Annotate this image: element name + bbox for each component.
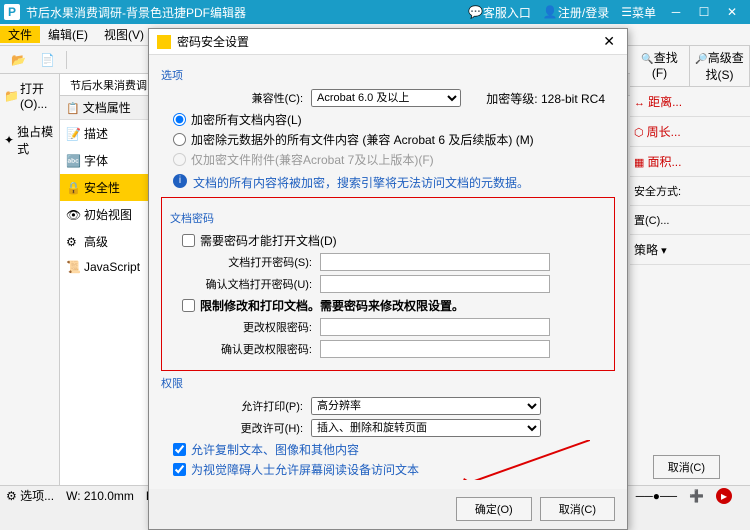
confirm-open-label: 确认文档打开密码(U): — [170, 276, 320, 292]
folder-open-icon[interactable]: 📂 — [7, 51, 30, 69]
titlebar: P 节后水果消费调研-背景色迅捷PDF编辑器 💬 客服入口 👤 注册/登录 ☰ … — [0, 0, 750, 24]
password-highlight-area: 文档密码 需要密码才能打开文档(D) 文档打开密码(S): 确认文档打开密码(U… — [161, 197, 615, 371]
prop-javascript[interactable]: 📜JavaScript — [60, 255, 149, 279]
left-sidebar: 📁打开(O)... ✦独占模式 — [0, 74, 60, 485]
tool-perimeter[interactable]: ⬡ 周长... — [630, 117, 750, 147]
open-password-input[interactable] — [320, 253, 550, 271]
check-restrict-editing[interactable]: 限制修改和打印文档。需要密码来修改权限设置。 — [182, 297, 606, 314]
prop-advanced[interactable]: ⚙高级 — [60, 228, 149, 255]
change-select[interactable]: 插入、删除和旋转页面 — [311, 419, 541, 437]
tab-advfind[interactable]: 🔎高级查找(S) — [690, 46, 750, 86]
strategy-dropdown[interactable]: 策略 ▾ — [630, 235, 750, 265]
menu-file[interactable]: 文件 — [0, 26, 40, 43]
properties-panel: 📋 文档属性 📝描述 🔤字体 🔒安全性 👁初始视图 ⚙高级 📜JavaScrip… — [60, 96, 150, 485]
tool-area[interactable]: ▦ 面积... — [630, 147, 750, 177]
menu-view[interactable]: 视图(V) — [96, 26, 152, 43]
tool-distance[interactable]: ↔ 距离... — [630, 87, 750, 117]
permission-password-input[interactable] — [320, 318, 550, 336]
prop-initial-view[interactable]: 👁初始视图 — [60, 201, 149, 228]
print-select[interactable]: 高分辨率 — [311, 397, 541, 415]
confirm-open-password-input[interactable] — [320, 275, 550, 293]
window-title: 节后水果消费调研-背景色迅捷PDF编辑器 — [26, 4, 462, 21]
status-options[interactable]: ⚙ 选项... — [6, 487, 54, 504]
settings-link[interactable]: 置(C)... — [630, 206, 750, 235]
check-require-open-password[interactable]: 需要密码才能打开文档(D) — [182, 232, 606, 249]
tab-find[interactable]: 🔍查找(F) — [630, 46, 690, 86]
compat-select[interactable]: Acrobat 6.0 及以上 — [311, 89, 461, 107]
prop-description[interactable]: 📝描述 — [60, 120, 149, 147]
info-icon: i — [173, 174, 187, 188]
confirm-perm-label: 确认更改权限密码: — [170, 341, 320, 357]
password-security-dialog: 密码安全设置 ✕ 选项 兼容性(C): Acrobat 6.0 及以上 加密等级… — [148, 28, 628, 530]
change-label: 更改许可(H): — [161, 420, 311, 436]
radio-encrypt-all[interactable]: 加密所有文档内容(L) — [173, 111, 615, 128]
confirm-permission-password-input[interactable] — [320, 340, 550, 358]
print-label: 允许打印(P): — [161, 398, 311, 414]
main-menu[interactable]: ☰ 菜单 — [621, 4, 656, 21]
lock-icon — [157, 35, 171, 49]
radio-encrypt-attachments: 仅加密文件附件(兼容Acrobat 7及以上版本)(F) — [173, 151, 615, 168]
dialog-title: 密码安全设置 — [177, 33, 599, 50]
dialog-close-button[interactable]: ✕ — [599, 33, 619, 50]
compat-label: 兼容性(C): — [161, 90, 311, 106]
check-screen-reader[interactable]: 为视觉障碍人士允许屏幕阅读设备访问文本 — [173, 461, 615, 478]
close-button[interactable]: ✕ — [718, 5, 746, 19]
register-login[interactable]: 👤 注册/登录 — [543, 4, 609, 21]
doc-password-section: 文档密码 — [170, 210, 606, 226]
prop-fonts[interactable]: 🔤字体 — [60, 147, 149, 174]
sidebar-open[interactable]: 📁打开(O)... — [0, 74, 59, 117]
zoom-in[interactable]: ➕ — [689, 489, 704, 503]
new-doc-icon[interactable]: 📄 — [36, 51, 59, 69]
open-pwd-label: 文档打开密码(S): — [170, 254, 320, 270]
options-section: 选项 — [161, 67, 615, 83]
help-entry[interactable]: 💬 客服入口 — [468, 4, 531, 21]
status-width: W: 210.0mm — [66, 489, 134, 503]
zoom-slider[interactable]: ──●── — [636, 489, 677, 503]
app-logo: P — [4, 4, 20, 20]
pdf-badge-icon[interactable]: ▸ — [716, 488, 732, 504]
minimize-button[interactable]: ─ — [662, 5, 690, 19]
perm-pwd-label: 更改权限密码: — [170, 319, 320, 335]
cancel-button[interactable]: 取消(C) — [540, 497, 615, 521]
permissions-section: 权限 — [161, 375, 615, 391]
check-allow-copy[interactable]: 允许复制文本、图像和其他内容 — [173, 441, 615, 458]
radio-encrypt-except-meta[interactable]: 加密除元数据外的所有文件内容 (兼容 Acrobat 6 及后续版本) (M) — [173, 131, 615, 148]
right-panel: 🔍查找(F) 🔎高级查找(S) ↔ 距离... ⬡ 周长... ▦ 面积... … — [630, 46, 750, 485]
prop-security[interactable]: 🔒安全性 — [60, 174, 149, 201]
props-header: 📋 文档属性 — [60, 96, 149, 120]
menu-edit[interactable]: 编辑(E) — [40, 26, 96, 43]
sidebar-exclusive[interactable]: ✦独占模式 — [0, 117, 59, 163]
encrypt-level: 加密等级: 128-bit RC4 — [461, 90, 615, 107]
security-method-label: 安全方式: — [630, 177, 750, 206]
info-message: i 文档的所有内容将被加密，搜索引擎将无法访问文档的元数据。 — [173, 174, 615, 191]
tab-document[interactable]: 节后水果消费调 — [60, 74, 158, 95]
maximize-button[interactable]: ☐ — [690, 5, 718, 19]
ok-button[interactable]: 确定(O) — [456, 497, 532, 521]
bg-cancel-button[interactable]: 取消(C) — [653, 455, 720, 479]
